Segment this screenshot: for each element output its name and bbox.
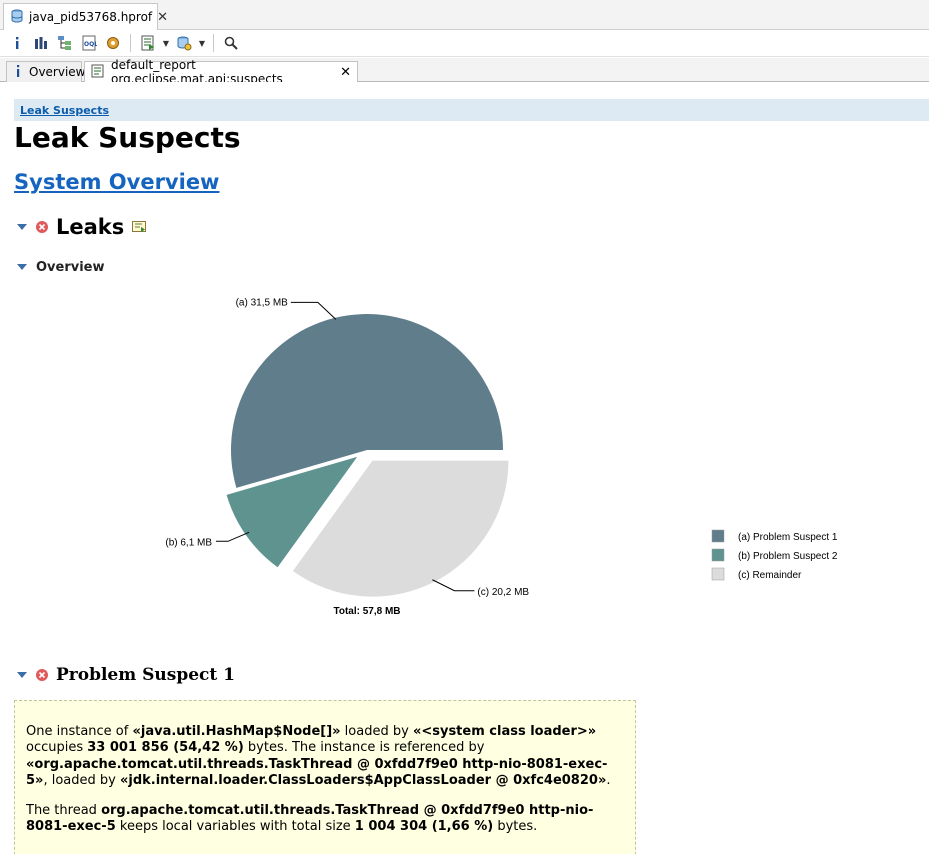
problem-suspect-1-heading: Problem Suspect 1 [56,665,236,685]
description-text-run: , loaded by [43,772,120,788]
collapse-icon[interactable] [16,221,28,233]
callout-line [290,301,337,320]
tab-overview-label: Overview [29,65,86,79]
leaks-section-header: Leaks [16,215,147,239]
description-text-run: «java.util.HashMap$Node[]» [132,724,341,739]
legend-label: (b) Problem Suspect 2 [738,551,838,562]
description-paragraph-2: The thread org.apache.tomcat.util.thread… [26,803,625,836]
description-text-run: . [606,772,611,788]
subtab-bar: Overview default_report org.eclipse.mat.… [0,58,929,86]
close-icon[interactable]: ✕ [157,10,168,25]
description-text-run: loaded by [340,724,413,739]
legend-label: (a) Problem Suspect 1 [738,532,838,543]
legend-swatch [711,567,725,581]
error-icon [36,221,48,233]
overview-heading: Overview [36,260,105,275]
problem-suspect-1-header: Problem Suspect 1 [16,665,235,685]
oql-icon[interactable]: OQL [78,32,100,54]
close-icon[interactable]: ✕ [340,65,351,80]
legend-swatch [711,529,725,543]
report-icon [91,64,105,81]
editor-tab-label: java_pid53768.hprof [29,10,153,24]
description-text-run: occupies [26,740,88,756]
description-text-run: One instance of [26,724,133,739]
toolbar-separator [213,34,214,52]
dominator-tree-icon[interactable] [54,32,76,54]
histogram-icon[interactable] [30,32,52,54]
collapse-icon[interactable] [16,669,28,681]
description-text-run: The thread [26,803,102,819]
description-text-run: 1 004 304 (1,66 %) [354,819,494,835]
run-report-icon[interactable] [137,32,159,54]
description-text-run: «jdk.internal.loader.ClassLoaders$AppCla… [119,772,607,788]
callout-line [432,579,475,592]
description-text-run: bytes. The instance is referenced by [243,740,485,756]
info-icon [13,64,23,80]
tab-overview[interactable]: Overview [6,61,86,82]
collapse-icon[interactable] [16,262,28,274]
description-text-run: 33 001 856 (54,42 %) [87,740,244,756]
editor-tab-heapdump[interactable]: java_pid53768.hprof ✕ [3,3,168,30]
leaks-heading: Leaks [56,215,125,239]
toolbar-separator [130,34,131,52]
description-text-run: «<system class loader>» [412,724,597,739]
system-overview-link[interactable]: System Overview [14,170,219,194]
search-icon[interactable] [220,32,242,54]
report-pane: Leak Suspects Leak Suspects System Overv… [0,82,929,854]
query-browser-dropdown[interactable]: ▼ [197,32,207,54]
thread-overview-icon[interactable] [102,32,124,54]
legend-label: (c) Remainder [738,570,802,581]
slice-label-b: (b) 6,1 MB [165,537,212,548]
slice-label-a: (a) 31,5 MB [236,297,289,308]
breadcrumb-link-leak-suspects[interactable]: Leak Suspects [20,104,109,117]
editor-tab-bar: java_pid53768.hprof ✕ [0,0,929,30]
breadcrumb: Leak Suspects [14,99,929,121]
run-report-dropdown[interactable]: ▼ [161,32,171,54]
legend-swatch [711,548,725,562]
error-icon [36,669,48,681]
heap-dump-icon [10,9,24,26]
query-browser-icon[interactable] [173,32,195,54]
chart-total-label: Total: 57,8 MB [333,606,400,617]
toolbar: OQL ▼ ▼ [0,30,929,57]
problem-suspect-1-description: One instance of «java.util.HashMap$Node[… [14,700,636,854]
svg-text:OQL: OQL [84,41,97,48]
info-icon[interactable] [6,32,28,54]
description-text-run: keeps local variables with total size [115,819,355,835]
overview-section-header: Overview [16,260,105,275]
description-paragraph-1: One instance of «java.util.HashMap$Node[… [26,724,625,789]
slice-label-c: (c) 20,2 MB [477,587,529,598]
description-text-run: bytes. [493,819,538,835]
tab-default-report[interactable]: default_report org.eclipse.mat.api:suspe… [84,58,358,86]
callout-line [216,531,250,542]
open-in-view-icon[interactable] [132,218,147,237]
leak-suspects-pie-chart: (a) 31,5 MB (b) 6,1 MB (c) 20,2 MB Total: 5… [165,297,838,617]
page-title: Leak Suspects [14,121,241,154]
